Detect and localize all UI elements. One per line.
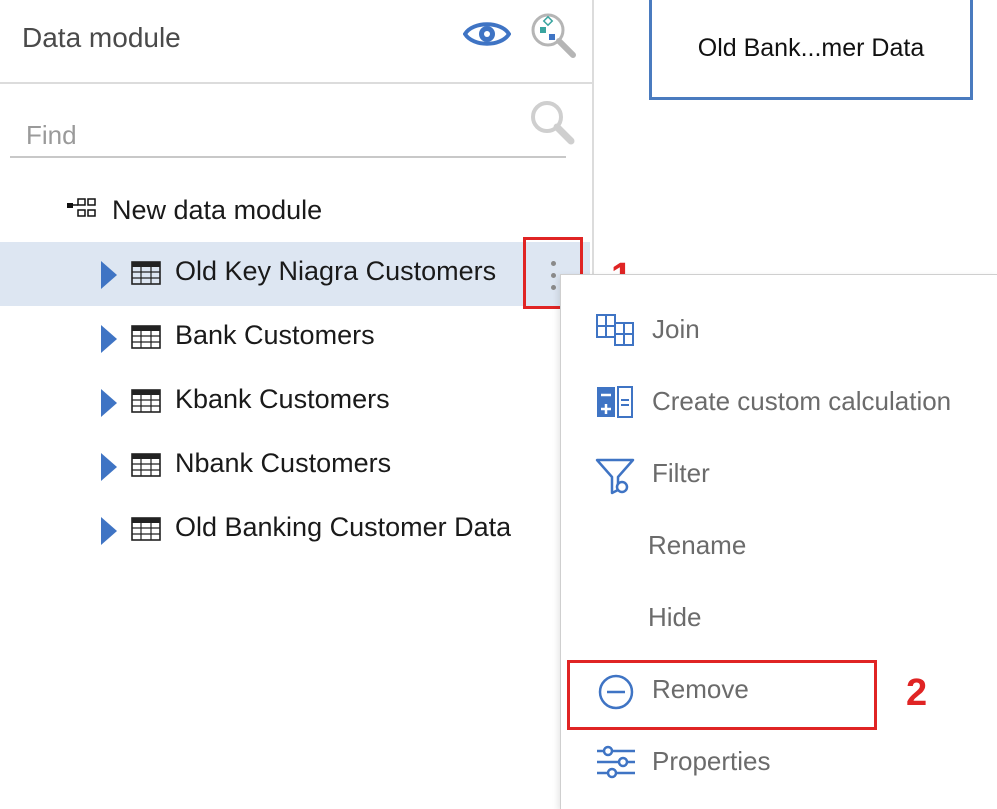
expand-caret-icon[interactable] bbox=[100, 260, 118, 295]
panel-header: Data module bbox=[0, 0, 594, 84]
tree-root[interactable]: New data module bbox=[66, 190, 322, 230]
menu-item-properties[interactable]: Properties bbox=[561, 733, 997, 793]
step-marker-2: 2 bbox=[906, 672, 928, 714]
data-module-panel: Data module Find New data module Old Key… bbox=[0, 0, 594, 809]
expand-caret-icon[interactable] bbox=[100, 516, 118, 551]
menu-item-create-custom-calculation[interactable]: Create custom calculation bbox=[561, 373, 997, 433]
kebab-dot bbox=[551, 273, 556, 278]
menu-item-join[interactable]: Join bbox=[561, 301, 997, 361]
sliders-icon bbox=[595, 745, 637, 784]
menu-item-label: Filter bbox=[652, 458, 710, 488]
kebab-dot bbox=[551, 285, 556, 290]
eye-icon[interactable] bbox=[462, 18, 512, 55]
tree-root-label: New data module bbox=[112, 194, 323, 225]
menu-item-label: Join bbox=[652, 314, 700, 344]
tree-item-label: Kbank Customers bbox=[175, 384, 390, 414]
expand-caret-icon[interactable] bbox=[100, 324, 118, 359]
table-icon bbox=[131, 453, 161, 482]
relationships-search-icon[interactable] bbox=[528, 10, 578, 65]
canvas-table-card[interactable]: Old Bank...mer Data bbox=[649, 0, 973, 100]
menu-item-filter[interactable]: Filter bbox=[561, 445, 997, 505]
menu-item-label: Create custom calculation bbox=[652, 386, 952, 416]
tree-item-bank-customers[interactable]: Bank Customers bbox=[0, 306, 590, 370]
canvas-card-label: Old Bank...mer Data bbox=[697, 34, 925, 62]
tree-item-old-key-niagra-customers[interactable]: Old Key Niagra Customers bbox=[0, 242, 590, 306]
find-input[interactable] bbox=[10, 114, 566, 158]
calculator-icon bbox=[595, 385, 635, 424]
kebab-dot bbox=[551, 261, 556, 266]
menu-item-label: Hide bbox=[648, 602, 702, 632]
table-icon bbox=[131, 261, 161, 290]
tree-item-label: Old Banking Customer Data bbox=[175, 512, 512, 542]
tree-item-label: Nbank Customers bbox=[175, 448, 392, 478]
table-icon bbox=[131, 389, 161, 418]
filter-icon bbox=[595, 457, 635, 502]
search-icon[interactable] bbox=[528, 98, 576, 151]
tree-item-nbank-customers[interactable]: Nbank Customers bbox=[0, 434, 590, 498]
menu-item-rename[interactable]: Rename bbox=[561, 517, 997, 577]
expand-caret-icon[interactable] bbox=[100, 388, 118, 423]
expand-caret-icon[interactable] bbox=[100, 452, 118, 487]
menu-item-label: Rename bbox=[648, 530, 747, 560]
panel-title: Data module bbox=[22, 22, 181, 53]
tree-item-label: Old Key Niagra Customers bbox=[175, 256, 497, 286]
menu-item-label: Properties bbox=[652, 746, 771, 776]
menu-item-hide[interactable]: Hide bbox=[561, 589, 997, 649]
table-icon bbox=[131, 325, 161, 354]
table-icon bbox=[131, 517, 161, 546]
join-icon bbox=[595, 313, 637, 352]
tree-item-kbank-customers[interactable]: Kbank Customers bbox=[0, 370, 590, 434]
remove-highlight-box bbox=[567, 660, 877, 730]
tree-item-old-banking-customer-data[interactable]: Old Banking Customer Data bbox=[0, 498, 590, 562]
data-module-icon bbox=[66, 197, 98, 224]
tree-item-label: Bank Customers bbox=[175, 320, 375, 350]
find-field bbox=[10, 98, 575, 160]
